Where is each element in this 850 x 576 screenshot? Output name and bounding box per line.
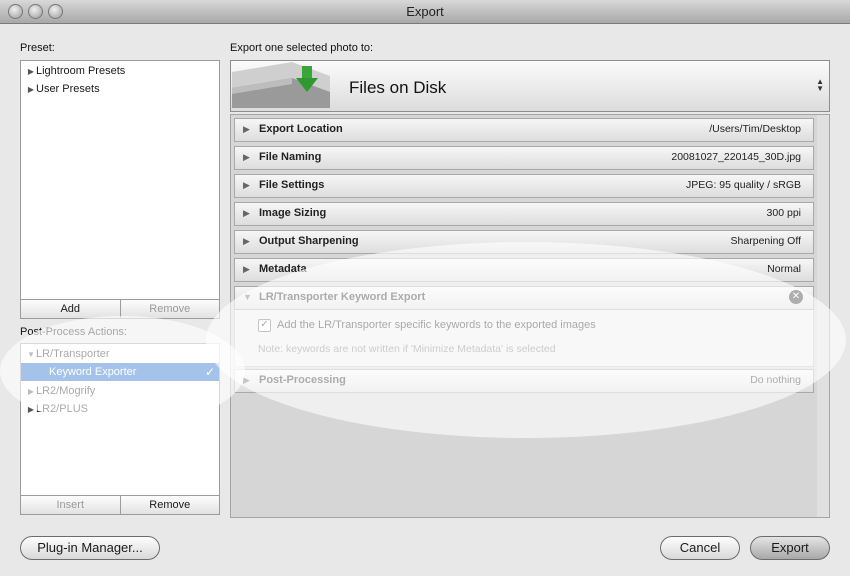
post-process-item-label: Keyword Exporter <box>49 366 137 378</box>
post-process-list[interactable]: ▼LR/Transporter Keyword Exporter ✓ ▶ LR2/… <box>20 343 220 496</box>
preset-buttons: Add Remove <box>20 299 220 319</box>
section-export-location[interactable]: ▶ Export Location /Users/Tim/Desktop <box>234 118 814 142</box>
preset-item-lightroom[interactable]: ▶ Lightroom Presets <box>21 62 219 80</box>
section-post-processing[interactable]: ▶ Post-Processing Do nothing <box>234 369 814 393</box>
remove-action-button[interactable]: Remove <box>119 496 220 514</box>
export-to-label: Export one selected photo to: <box>230 42 374 54</box>
add-preset-button[interactable]: Add <box>21 300 120 318</box>
section-title: LR/Transporter Keyword Export <box>259 291 426 303</box>
section-summary: 20081027_220145_30D.jpg <box>671 151 801 163</box>
cancel-button[interactable]: Cancel <box>660 536 740 560</box>
preset-item-label: Lightroom Presets <box>36 65 126 77</box>
preset-item-user[interactable]: ▶ User Presets <box>21 80 219 98</box>
title-bar: Export <box>0 0 850 24</box>
section-title: File Naming <box>259 151 322 163</box>
disclosure-triangle-icon[interactable]: ▶ <box>243 208 250 219</box>
remove-preset-button[interactable]: Remove <box>119 300 220 318</box>
disclosure-triangle-open-icon[interactable]: ▼ <box>243 292 252 302</box>
disclosure-triangle-icon[interactable]: ▶ <box>243 375 250 386</box>
post-process-label: Post-Process Actions: <box>20 326 127 338</box>
section-title: Export Location <box>259 123 343 135</box>
disclosure-triangle-icon[interactable]: ▶ <box>243 264 250 275</box>
disclosure-triangle-icon[interactable]: ▶ <box>243 236 250 247</box>
post-process-item-lr2-mogrify[interactable]: ▶ LR2/Mogrify <box>21 382 219 400</box>
post-process-item-label: LR2/Mogrify <box>36 385 96 397</box>
post-process-item-label: LR2/PLUS <box>36 403 88 415</box>
section-summary: Sharpening Off <box>730 235 801 247</box>
add-keywords-label: Add the LR/Transporter specific keywords… <box>277 319 596 331</box>
select-arrows-icon: ▲ ▼ <box>816 77 824 93</box>
disclosure-triangle-icon[interactable]: ▶ <box>26 383 36 401</box>
section-file-naming[interactable]: ▶ File Naming 20081027_220145_30D.jpg <box>234 146 814 170</box>
add-keywords-checkbox[interactable]: ✓ <box>258 319 271 332</box>
section-summary: /Users/Tim/Desktop <box>709 123 801 135</box>
section-title: Image Sizing <box>259 207 327 219</box>
section-summary: 300 ppi <box>766 207 801 219</box>
preset-label: Preset: <box>20 42 55 54</box>
destination-label: Files on Disk <box>349 78 447 97</box>
post-process-item-lr2-plus[interactable]: ▶ LR2/PLUS <box>21 400 219 418</box>
disclosure-triangle-icon[interactable]: ▶ <box>26 401 36 419</box>
keyword-note: Note: keywords are not written if 'Minim… <box>258 343 556 355</box>
sections-scrollbar[interactable] <box>817 115 829 517</box>
plugin-manager-button[interactable]: Plug-in Manager... <box>20 536 160 560</box>
hard-drive-icon <box>232 62 330 108</box>
window-title: Export <box>406 4 444 19</box>
checkmark-icon: ✓ <box>204 365 215 379</box>
section-lr-transporter-keyword-export[interactable]: ▼ LR/Transporter Keyword Export ✕ <box>234 286 814 310</box>
post-process-item-keyword-exporter[interactable]: Keyword Exporter ✓ <box>21 363 219 381</box>
disclosure-triangle-icon[interactable]: ▶ <box>26 63 36 81</box>
section-output-sharpening[interactable]: ▶ Output Sharpening Sharpening Off <box>234 230 814 254</box>
disclosure-triangle-open-icon[interactable]: ▼ <box>26 346 36 364</box>
section-file-settings[interactable]: ▶ File Settings JPEG: 95 quality / sRGB <box>234 174 814 198</box>
section-metadata[interactable]: ▶ Metadata Normal <box>234 258 814 282</box>
preset-list[interactable]: ▶ Lightroom Presets ▶ User Presets <box>20 60 220 300</box>
post-process-item-label: LR/Transporter <box>36 348 110 360</box>
section-title: Post-Processing <box>259 374 346 386</box>
section-image-sizing[interactable]: ▶ Image Sizing 300 ppi <box>234 202 814 226</box>
export-button[interactable]: Export <box>750 536 830 560</box>
remove-section-icon[interactable]: ✕ <box>789 290 803 304</box>
export-settings-panel: ▶ Export Location /Users/Tim/Desktop ▶ F… <box>230 114 830 518</box>
export-destination-select[interactable]: Files on Disk ▲ ▼ <box>230 60 830 112</box>
insert-button[interactable]: Insert <box>21 496 120 514</box>
disclosure-triangle-icon[interactable]: ▶ <box>243 124 250 135</box>
section-title: Metadata <box>259 263 307 275</box>
section-title: Output Sharpening <box>259 235 359 247</box>
section-summary: Do nothing <box>750 374 801 386</box>
disclosure-triangle-icon[interactable]: ▶ <box>243 152 250 163</box>
disclosure-triangle-icon[interactable]: ▶ <box>243 180 250 191</box>
post-process-item-lr-transporter[interactable]: ▼LR/Transporter <box>21 345 219 363</box>
section-summary: Normal <box>767 263 801 275</box>
keyword-section-body: ✓ Add the LR/Transporter specific keywor… <box>234 310 814 367</box>
section-summary: JPEG: 95 quality / sRGB <box>686 179 801 191</box>
post-process-buttons: Insert Remove <box>20 495 220 515</box>
disclosure-triangle-icon[interactable]: ▶ <box>26 81 36 99</box>
section-title: File Settings <box>259 179 325 191</box>
preset-item-label: User Presets <box>36 83 100 95</box>
